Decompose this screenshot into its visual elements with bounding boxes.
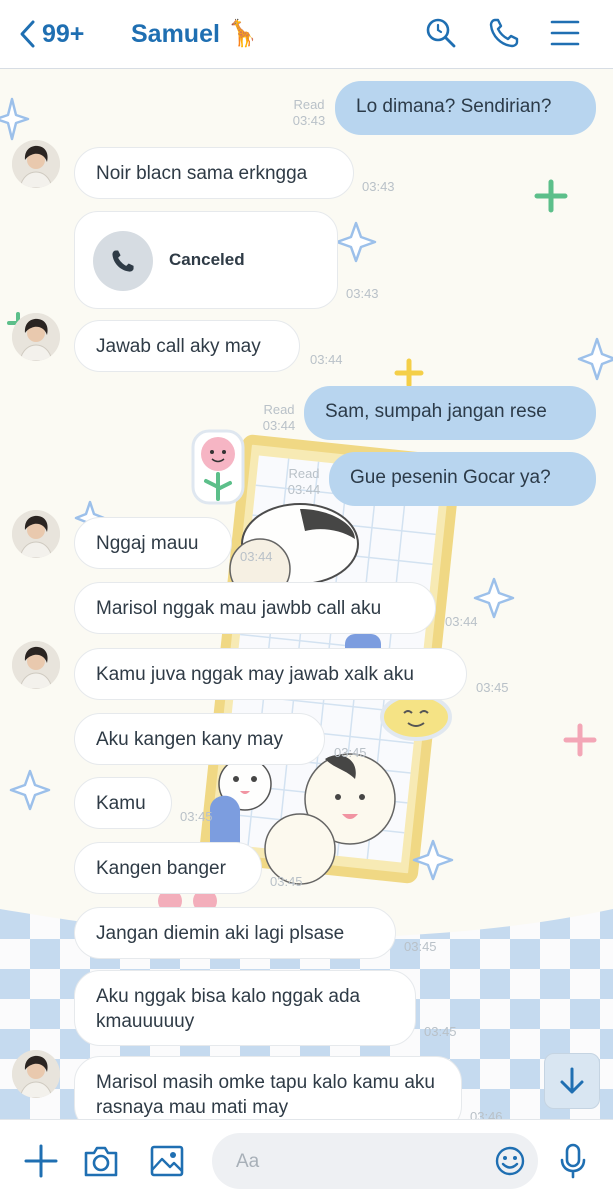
contact-name-title[interactable]: Samuel 🦒 <box>131 18 258 49</box>
message-bubble-outgoing[interactable]: Lo dimana? Sendirian? <box>335 81 596 135</box>
call-icon-circle <box>93 231 153 291</box>
contact-avatar[interactable] <box>12 641 60 689</box>
message-bubble-incoming[interactable]: Kamu juva nggak may jawab xalk aku <box>74 648 467 700</box>
message-time: 03:45 <box>180 809 213 824</box>
arrow-down-icon <box>560 1067 584 1094</box>
message-bubble-incoming[interactable]: Jawab call aky may <box>74 320 300 372</box>
camera-button[interactable] <box>82 1142 120 1180</box>
plus-icon <box>24 1144 58 1178</box>
message-bubble-incoming[interactable]: Noir blacn sama erkngga <box>74 147 354 199</box>
message-time: 03:44 <box>262 418 296 433</box>
image-icon <box>150 1145 184 1177</box>
back-button[interactable]: 99+ <box>18 14 84 54</box>
message-bubble-incoming[interactable]: Marisol nggak mau jawbb call aku <box>74 582 436 634</box>
message-time: 03:43 <box>346 286 379 301</box>
phone-icon <box>489 18 519 48</box>
message-receipt: Read 03:43 <box>282 97 336 129</box>
read-receipt: Read <box>293 97 325 112</box>
call-button[interactable] <box>487 16 521 50</box>
message-bubble-outgoing[interactable]: Sam, sumpah jangan rese <box>304 386 596 440</box>
message-time: 03:46 <box>470 1109 503 1119</box>
message-time: 03:45 <box>424 1024 457 1039</box>
message-bubble-incoming[interactable]: Jangan diemin aki lagi plsase <box>74 907 396 959</box>
chat-header: 99+ Samuel 🦒 <box>0 0 613 69</box>
message-bubble-incoming[interactable]: Aku nggak bisa kalo nggak ada kmauuuuuy <box>74 970 416 1046</box>
message-time: 03:44 <box>287 482 321 497</box>
call-card[interactable]: Canceled <box>74 211 338 309</box>
microphone-icon <box>560 1143 586 1179</box>
chat-area[interactable]: Read 03:43 Lo dimana? Sendirian? Noir bl… <box>0 69 613 1119</box>
message-composer <box>0 1119 613 1201</box>
message-time: 03:43 <box>362 179 395 194</box>
avatar-photo <box>12 140 60 188</box>
message-time: 03:44 <box>310 352 343 367</box>
message-receipt: Read 03:44 <box>277 466 331 498</box>
read-receipt: Read <box>263 402 295 417</box>
avatar-photo <box>12 641 60 689</box>
avatar-photo <box>12 313 60 361</box>
read-receipt: Read <box>288 466 320 481</box>
message-time: 03:43 <box>292 113 326 128</box>
message-input-box[interactable] <box>212 1133 538 1189</box>
unread-count: 99+ <box>42 19 85 48</box>
message-time: 03:45 <box>404 939 437 954</box>
message-bubble-incoming[interactable]: Nggaj mauu <box>74 517 232 569</box>
avatar-photo <box>12 510 60 558</box>
message-time: 03:44 <box>445 614 478 629</box>
gallery-button[interactable] <box>148 1142 186 1180</box>
camera-icon <box>84 1146 118 1177</box>
contact-avatar[interactable] <box>12 140 60 188</box>
avatar-photo <box>12 1050 60 1098</box>
contact-emoji: 🦒 <box>225 18 259 48</box>
voice-message-button[interactable] <box>554 1142 592 1180</box>
back-chevron-icon <box>20 20 35 48</box>
emoji-button[interactable] <box>492 1143 528 1179</box>
search-icon <box>426 18 456 48</box>
message-time: 03:45 <box>476 680 509 695</box>
menu-button[interactable] <box>548 16 582 50</box>
add-attachment-button[interactable] <box>22 1142 60 1180</box>
emoji-icon <box>495 1146 525 1176</box>
message-bubble-outgoing[interactable]: Gue pesenin Gocar ya? <box>329 452 596 506</box>
call-status: Canceled <box>169 250 245 269</box>
message-bubble-incoming[interactable]: Aku kangen kany may <box>74 713 325 765</box>
message-bubble-incoming[interactable]: Marisol masih omke tapu kalo kamu aku ra… <box>74 1056 462 1119</box>
contact-avatar[interactable] <box>12 1050 60 1098</box>
menu-icon <box>550 20 580 46</box>
scroll-to-bottom-button[interactable] <box>544 1053 600 1109</box>
contact-name: Samuel <box>131 20 220 48</box>
message-bubble-incoming[interactable]: Kamu <box>74 777 172 829</box>
phone-icon <box>112 250 134 272</box>
message-input[interactable] <box>234 1147 488 1177</box>
message-time: 03:44 <box>240 549 273 564</box>
contact-avatar[interactable] <box>12 510 60 558</box>
search-button[interactable] <box>424 16 458 50</box>
message-bubble-incoming[interactable]: Kangen banger <box>74 842 262 894</box>
message-receipt: Read 03:44 <box>252 402 306 434</box>
contact-avatar[interactable] <box>12 313 60 361</box>
message-time: 03:45 <box>270 874 303 889</box>
message-time: 03:45 <box>334 745 367 760</box>
